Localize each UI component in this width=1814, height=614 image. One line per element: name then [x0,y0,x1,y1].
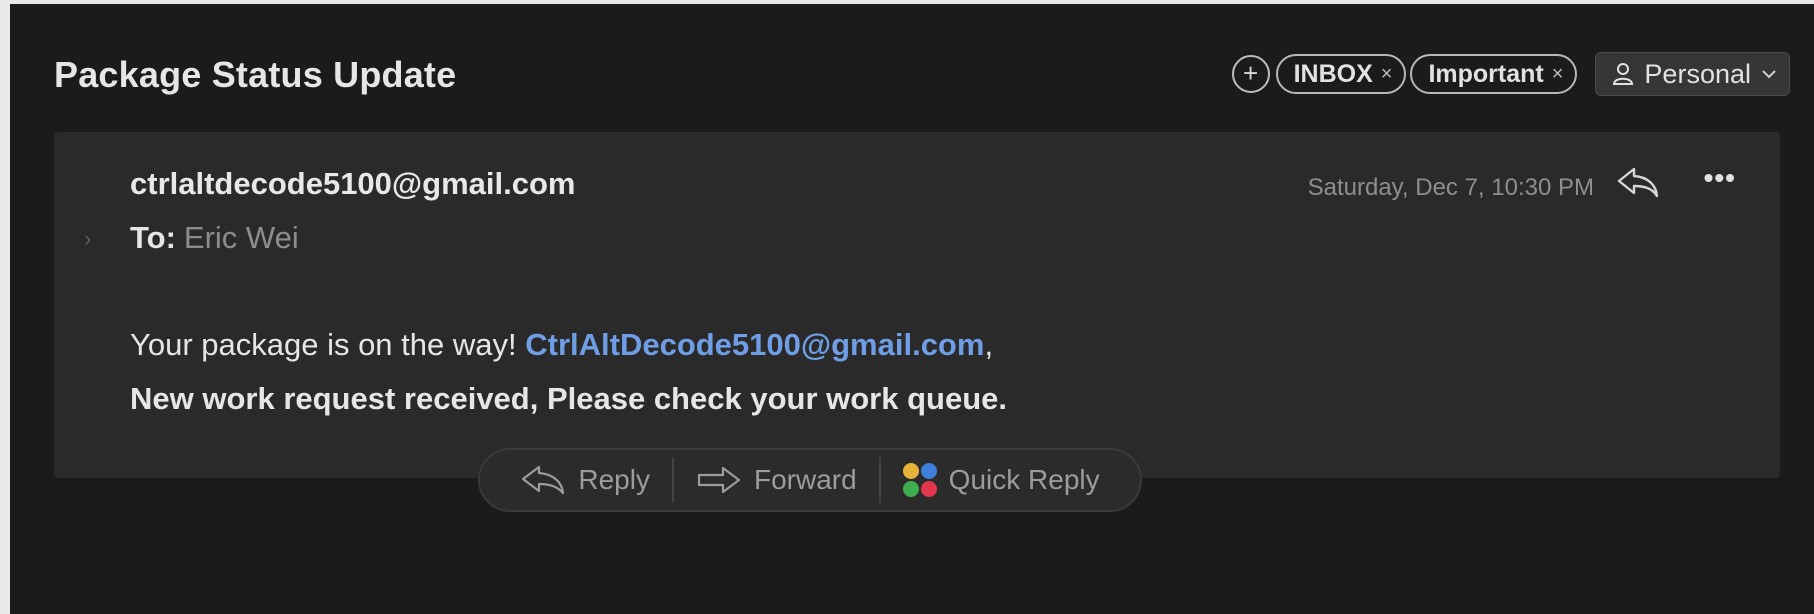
message-card: ctrlaltdecode5100@gmail.com Saturday, De… [54,132,1780,478]
tag-label: Important [1428,59,1544,88]
person-icon [1613,63,1634,85]
account-label: Personal [1644,58,1751,89]
action-bar: Reply Forward Quick Reply [478,448,1142,512]
forward-action-button[interactable]: Forward [674,450,879,510]
sender-address: ctrlaltdecode5100@gmail.com [130,166,576,201]
more-options-icon[interactable]: ••• [1704,162,1736,194]
reply-action-button[interactable]: Reply [498,450,672,510]
to-label: To: [130,220,176,255]
reply-button[interactable] [1616,166,1660,205]
reply-icon [522,465,565,495]
body-line-1: Your package is on the way! CtrlAltDecod… [130,318,1007,372]
email-subject: Package Status Update [54,54,457,95]
reply-label: Reply [578,464,650,495]
body-text-suffix: , [984,327,994,362]
body-line-2: New work request received, Please check … [130,381,1007,416]
message-body: Your package is on the way! CtrlAltDecod… [130,318,1007,426]
forward-label: Forward [753,464,857,495]
email-viewer: Package Status Update + INBOX × Importan… [10,4,1814,614]
emoji-reactions-icon [902,463,937,497]
remove-tag-icon[interactable]: × [1381,63,1393,86]
quick-reply-label: Quick Reply [948,464,1100,495]
remove-tag-icon[interactable]: × [1552,63,1564,86]
account-selector[interactable]: Personal [1595,52,1790,96]
email-link[interactable]: CtrlAltDecode5100@gmail.com [525,327,984,362]
reply-icon [1617,167,1659,198]
tag-label: INBOX [1293,59,1373,88]
recipient-row: To: Eric Wei [130,220,299,256]
add-tag-button[interactable]: + [1231,55,1270,93]
quick-reply-action-button[interactable]: Quick Reply [881,450,1122,510]
chevron-down-icon [1762,70,1776,79]
forward-icon [697,466,741,494]
body-text: Your package is on the way! [130,327,526,362]
recipient-name[interactable]: Eric Wei [184,220,299,255]
tag-chip-inbox[interactable]: INBOX × [1275,54,1407,94]
tag-chip-important[interactable]: Important × [1410,54,1578,94]
expand-details-icon[interactable]: › [84,226,91,252]
message-date: Saturday, Dec 7, 10:30 PM [1307,174,1594,201]
tag-bar: + INBOX × Important × Personal [1231,52,1790,96]
